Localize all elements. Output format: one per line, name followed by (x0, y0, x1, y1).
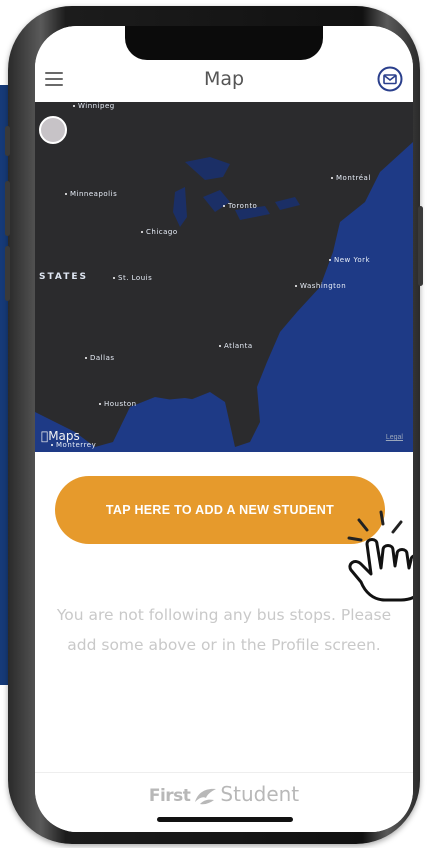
city-label: St. Louis (113, 274, 152, 282)
footer-divider (35, 772, 413, 773)
volume-down-button (5, 246, 10, 301)
first-student-logo: First Student (148, 782, 300, 806)
power-button (418, 206, 423, 286)
notch (125, 26, 323, 60)
volume-up-button (5, 181, 10, 236)
city-label: Montréal (331, 174, 371, 182)
city-label: Atlanta (219, 342, 253, 350)
page-title: Map (203, 68, 245, 90)
region-label: STATES (39, 272, 88, 282)
maps-attribution: Maps (41, 429, 80, 443)
city-label: Houston (99, 400, 137, 408)
city-label: Dallas (85, 354, 115, 362)
tap-hand-icon (347, 510, 413, 602)
home-indicator[interactable] (157, 817, 293, 822)
envelope-icon[interactable] (377, 66, 403, 92)
city-label: Washington (295, 282, 346, 290)
map-view[interactable]: Winnipeg Montréal Minneapolis Toronto Ch… (35, 102, 413, 452)
empty-state-message: You are not following any bus stops. Ple… (56, 606, 392, 654)
content-area: TAP HERE TO ADD A NEW STUDENT You are no… (35, 452, 413, 832)
location-button[interactable] (39, 116, 67, 144)
mute-switch (5, 126, 10, 156)
city-label: Minneapolis (65, 190, 117, 198)
app-screen: Map Winnipeg Montréal Minneapolis Toront… (35, 26, 413, 832)
map-landmass (35, 102, 413, 447)
first-student-swirl-icon (195, 788, 217, 804)
phone-frame: Map Winnipeg Montréal Minneapolis Toront… (5, 6, 423, 844)
city-label: Winnipeg (73, 102, 115, 110)
city-label: Chicago (141, 228, 178, 236)
city-label: New York (329, 256, 370, 264)
legal-link[interactable]: Legal (386, 434, 403, 441)
city-label: Toronto (223, 202, 257, 210)
